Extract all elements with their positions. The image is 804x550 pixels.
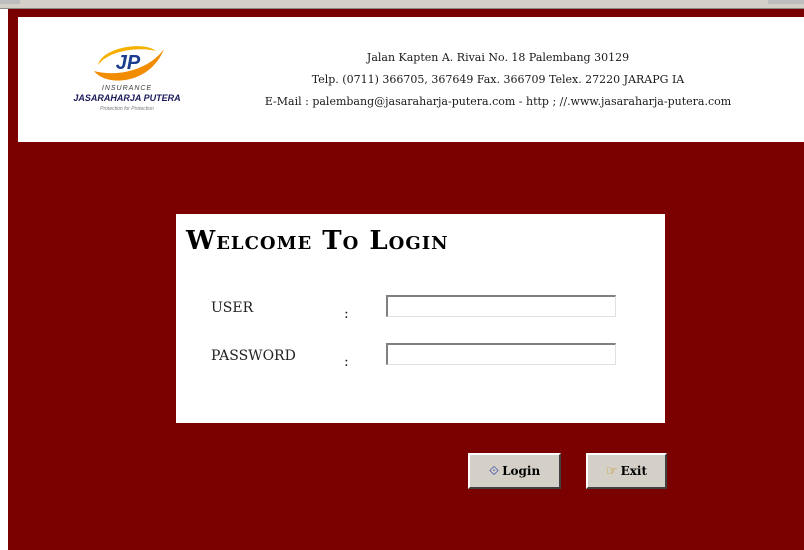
user-label: USER (211, 300, 254, 316)
header-banner: JP INSURANCE JASARAHARJA PUTERA Protecti… (18, 17, 804, 142)
password-colon: : (344, 354, 349, 370)
application-window: JP INSURANCE JASARAHARJA PUTERA Protecti… (0, 0, 804, 550)
login-button-label: Login (502, 464, 541, 478)
logo-company-name: JASARAHARJA PUTERA (73, 93, 181, 103)
title-bar-left-edge (0, 0, 20, 4)
address-line-phone: Telp. (0711) 366705, 367649 Fax. 366709 … (311, 73, 685, 86)
main-panel: JP INSURANCE JASARAHARJA PUTERA Protecti… (8, 9, 804, 550)
user-input[interactable] (386, 295, 616, 317)
key-icon: ⟐ (488, 463, 500, 479)
password-input[interactable] (386, 343, 616, 365)
logo-insurance-text: INSURANCE (101, 85, 153, 92)
title-bar (0, 0, 804, 9)
title-bar-right-edge (768, 0, 804, 4)
login-button[interactable]: ⟐ Login (468, 453, 561, 489)
pointing-hand-icon: ☞ (605, 463, 618, 479)
logo-tagline: Protection for Protection (100, 106, 154, 112)
exit-button[interactable]: ☞ Exit (586, 453, 667, 489)
jp-logo-icon: JP (94, 46, 164, 81)
address-line-email: E-Mail : palembang@jasaraharja-putera.co… (264, 95, 732, 108)
company-address: Jalan Kapten A. Rivai No. 18 Palembang 3… (218, 47, 778, 113)
address-line-street: Jalan Kapten A. Rivai No. 18 Palembang 3… (366, 51, 630, 64)
exit-button-label: Exit (620, 464, 648, 478)
login-title: Welcome To Login (186, 226, 449, 256)
login-panel: Welcome To Login USER : PASSWORD : (176, 214, 665, 423)
user-colon: : (344, 306, 349, 322)
password-label: PASSWORD (211, 348, 296, 364)
company-logo: JP INSURANCE JASARAHARJA PUTERA Protecti… (52, 41, 202, 121)
svg-text:JP: JP (116, 52, 141, 74)
